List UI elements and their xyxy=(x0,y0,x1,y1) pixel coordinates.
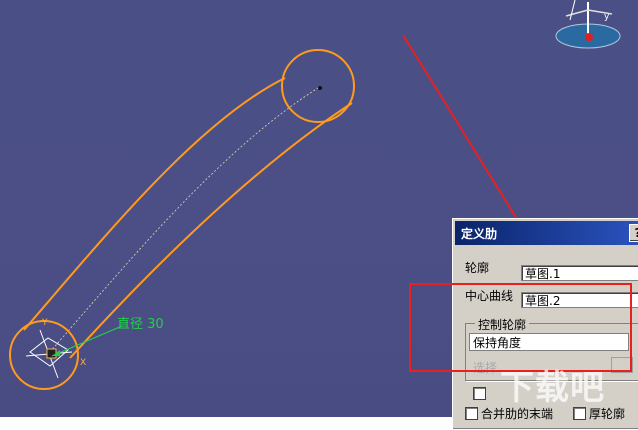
rib-edge-lower xyxy=(69,102,353,359)
dimension-label[interactable]: 直径 30 xyxy=(117,313,164,332)
compass-y-label: y xyxy=(604,12,610,22)
profile-center-point xyxy=(318,86,322,90)
profile-label: 轮廓 xyxy=(465,261,490,275)
sketch-origin xyxy=(46,348,57,359)
dimension-leader xyxy=(51,325,123,357)
profile-circle-end xyxy=(281,49,355,123)
help-button[interactable]: ? xyxy=(629,224,638,242)
merge-ends-checkbox[interactable] xyxy=(465,407,478,420)
compass-widget xyxy=(555,0,621,49)
option-checkbox[interactable] xyxy=(473,387,486,400)
profile-circle-start xyxy=(9,320,79,390)
dialog-titlebar[interactable]: 定义肋 ? xyxy=(455,221,638,245)
rib-edge-upper xyxy=(23,77,286,331)
annotation-highlight-box xyxy=(409,283,632,372)
annotation-arrow xyxy=(402,34,531,241)
dialog-title: 定义肋 xyxy=(461,227,498,241)
site-watermark: 下载吧 xyxy=(500,368,605,408)
axis-letter-y: Y xyxy=(42,318,48,328)
profile-input[interactable]: 草图.1 xyxy=(521,265,638,281)
center-curve xyxy=(49,87,319,353)
axis-letter-x: X xyxy=(80,358,87,368)
